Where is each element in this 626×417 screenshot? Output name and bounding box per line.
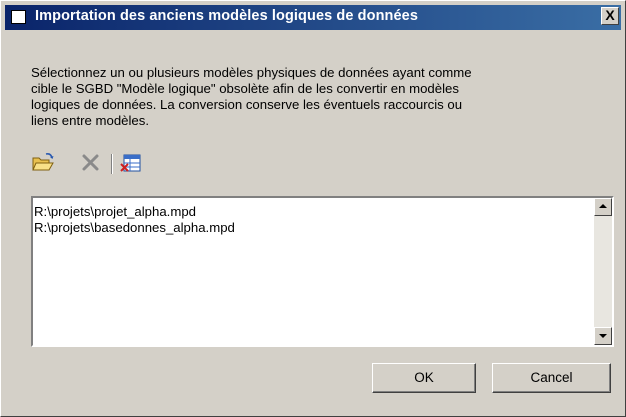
import-dialog: Importation des anciens modèles logiques… <box>0 0 626 417</box>
cancel-button[interactable]: Cancel <box>492 363 611 393</box>
model-file-list[interactable]: R:\projets\projet_alpha.mpd R:\projets\b… <box>31 196 614 347</box>
arrow-down-icon <box>599 334 607 338</box>
remove-file-button[interactable] <box>79 151 103 175</box>
clear-list-button[interactable] <box>119 151 143 175</box>
window-icon <box>11 10 26 24</box>
description-text: Sélectionnez un ou plusieurs modèles phy… <box>31 65 472 128</box>
title-bar[interactable]: Importation des anciens modèles logiques… <box>5 5 621 30</box>
ok-button[interactable]: OK <box>372 363 476 393</box>
file-toolbar <box>31 151 231 177</box>
dialog-title: Importation des anciens modèles logiques… <box>35 8 418 24</box>
scroll-down-button[interactable] <box>594 327 612 345</box>
vertical-scrollbar[interactable] <box>594 198 612 345</box>
list-item[interactable]: R:\projets\projet_alpha.mpd <box>33 204 235 220</box>
scroll-up-button[interactable] <box>594 198 612 216</box>
add-files-button[interactable] <box>31 151 55 175</box>
close-button[interactable]: X <box>601 7 619 25</box>
arrow-up-icon <box>599 204 607 208</box>
open-folder-icon <box>32 153 54 171</box>
list-content: R:\projets\projet_alpha.mpd R:\projets\b… <box>33 198 594 345</box>
clear-list-icon <box>120 154 141 172</box>
list-item[interactable]: R:\projets\basedonnes_alpha.mpd <box>33 220 235 236</box>
toolbar-separator <box>111 154 113 174</box>
list-items: R:\projets\projet_alpha.mpd R:\projets\b… <box>33 204 235 236</box>
delete-x-icon <box>82 154 99 171</box>
